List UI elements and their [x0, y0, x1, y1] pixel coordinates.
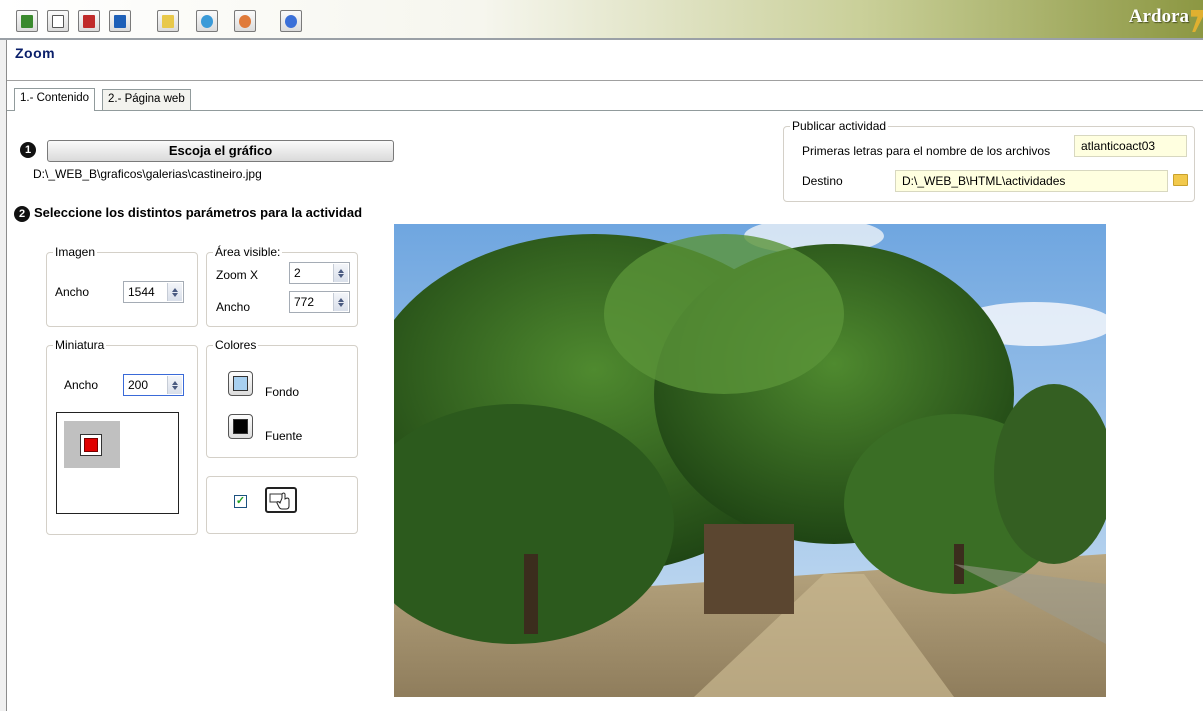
- zoom-x-label: Zoom X: [216, 268, 259, 282]
- fuente-color-swatch: [233, 419, 248, 434]
- spinner-arrows-icon[interactable]: [167, 376, 182, 394]
- destino-label: Destino: [802, 174, 843, 188]
- destino-field[interactable]: D:\_WEB_B\HTML\actividades: [895, 170, 1168, 192]
- area-visible-group-title: Área visible:: [213, 245, 283, 259]
- fondo-label: Fondo: [265, 385, 300, 399]
- miniatura-ancho-value: 200: [128, 378, 149, 392]
- spinner-arrows-icon[interactable]: [333, 264, 348, 282]
- prefix-label: Primeras letras para el nombre de los ar…: [802, 144, 1051, 158]
- save-file-icon[interactable]: [109, 10, 131, 32]
- thumbnail-area: [64, 421, 120, 468]
- area-ancho-value: 772: [294, 295, 315, 309]
- imagen-group-title: Imagen: [53, 245, 98, 259]
- choose-graphic-button[interactable]: Escoja el gráfico: [47, 140, 394, 162]
- hand-pointer-icon: [265, 487, 297, 513]
- tab-strip-line: [7, 110, 1203, 111]
- spinner-arrows-icon[interactable]: [167, 283, 182, 301]
- help-icon[interactable]: [280, 10, 302, 32]
- show-cursor-checkbox[interactable]: ✓: [234, 495, 247, 508]
- zoom-x-value: 2: [294, 266, 301, 280]
- publicar-group-title: Publicar actividad: [790, 119, 889, 133]
- tab-pagina-web[interactable]: 2.- Página web: [102, 89, 191, 110]
- fondo-color-button[interactable]: [228, 371, 253, 396]
- colores-group-title: Colores: [213, 338, 259, 352]
- notes-icon[interactable]: [157, 10, 179, 32]
- prefix-field[interactable]: atlanticoact03: [1074, 135, 1187, 157]
- fuente-color-button[interactable]: [228, 414, 253, 439]
- globe-icon[interactable]: [196, 10, 218, 32]
- photo-oak-trees: [394, 224, 1106, 697]
- file-path: D:\_WEB_B\graficos\galerias\castineiro.j…: [33, 167, 262, 181]
- spinner-arrows-icon[interactable]: [333, 293, 348, 311]
- toolbar: Ardora: [0, 0, 1203, 40]
- step-2-badge: 2: [14, 206, 30, 222]
- miniatura-ancho-label: Ancho: [64, 378, 99, 392]
- area-ancho-spinner[interactable]: 772: [289, 291, 350, 313]
- zoom-x-spinner[interactable]: 2: [289, 262, 350, 284]
- imagen-ancho-spinner[interactable]: 1544: [123, 281, 184, 303]
- divider: [7, 80, 1203, 82]
- imagen-ancho-label: Ancho: [55, 285, 90, 299]
- folder-icon[interactable]: [1173, 174, 1188, 186]
- tab-contenido[interactable]: 1.- Contenido: [14, 88, 96, 111]
- step-1-badge: 1: [20, 142, 36, 158]
- fuente-label: Fuente: [265, 429, 303, 443]
- new-document-icon[interactable]: [47, 10, 69, 32]
- exit-icon[interactable]: [16, 10, 38, 32]
- miniatura-ancho-spinner[interactable]: 200: [123, 374, 184, 396]
- red-marker-icon[interactable]: [80, 434, 102, 456]
- brand-logo-icon: [1191, 10, 1203, 32]
- thumbnail-preview[interactable]: [56, 412, 179, 514]
- imagen-ancho-value: 1544: [128, 285, 155, 299]
- miniatura-group-title: Miniatura: [53, 338, 107, 352]
- window-edge: [0, 40, 7, 711]
- open-file-icon[interactable]: [78, 10, 100, 32]
- fondo-color-swatch: [233, 376, 248, 391]
- step-2-label: Seleccione los distintos parámetros para…: [34, 205, 363, 220]
- brand-name: Ardora: [1128, 6, 1189, 27]
- area-ancho-label: Ancho: [216, 300, 251, 314]
- page-title: Zoom: [15, 45, 56, 61]
- preview-eye-icon[interactable]: [234, 10, 256, 32]
